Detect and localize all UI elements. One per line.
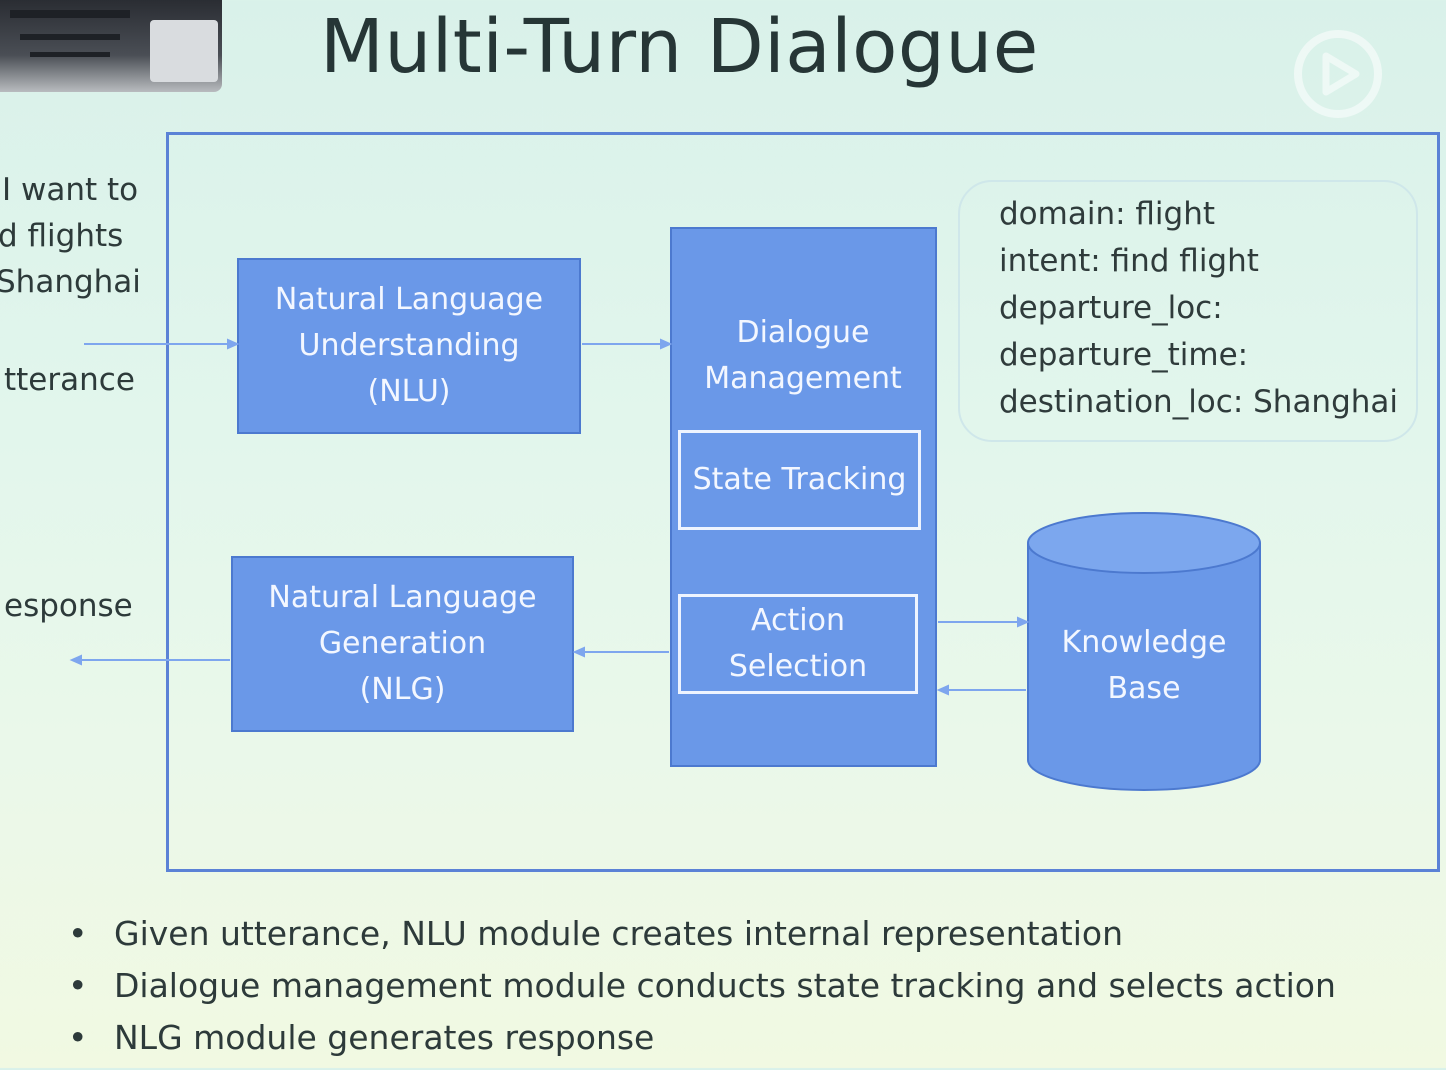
knowledge-base-label: Knowledge Base (1061, 625, 1227, 706)
state-domain: domain: flight (999, 196, 1216, 232)
state-departure-time: departure_time: (999, 337, 1249, 373)
bullet-text: Given utterance, NLU module creates inte… (114, 914, 1123, 953)
diagram-connectors (69, 338, 1261, 791)
bullet-text: Dialogue management module conducts stat… (114, 966, 1336, 1005)
bullet-dot: • (68, 1018, 88, 1057)
state-departure-loc: departure_loc: (999, 290, 1223, 326)
state-intent: intent: find flight (999, 243, 1259, 279)
bullet-dot: • (68, 966, 88, 1005)
bullet-dot: • (68, 914, 88, 953)
state-destination-loc: destination_loc: Shanghai (999, 384, 1399, 420)
bullet-text: NLG module generates response (114, 1018, 655, 1057)
